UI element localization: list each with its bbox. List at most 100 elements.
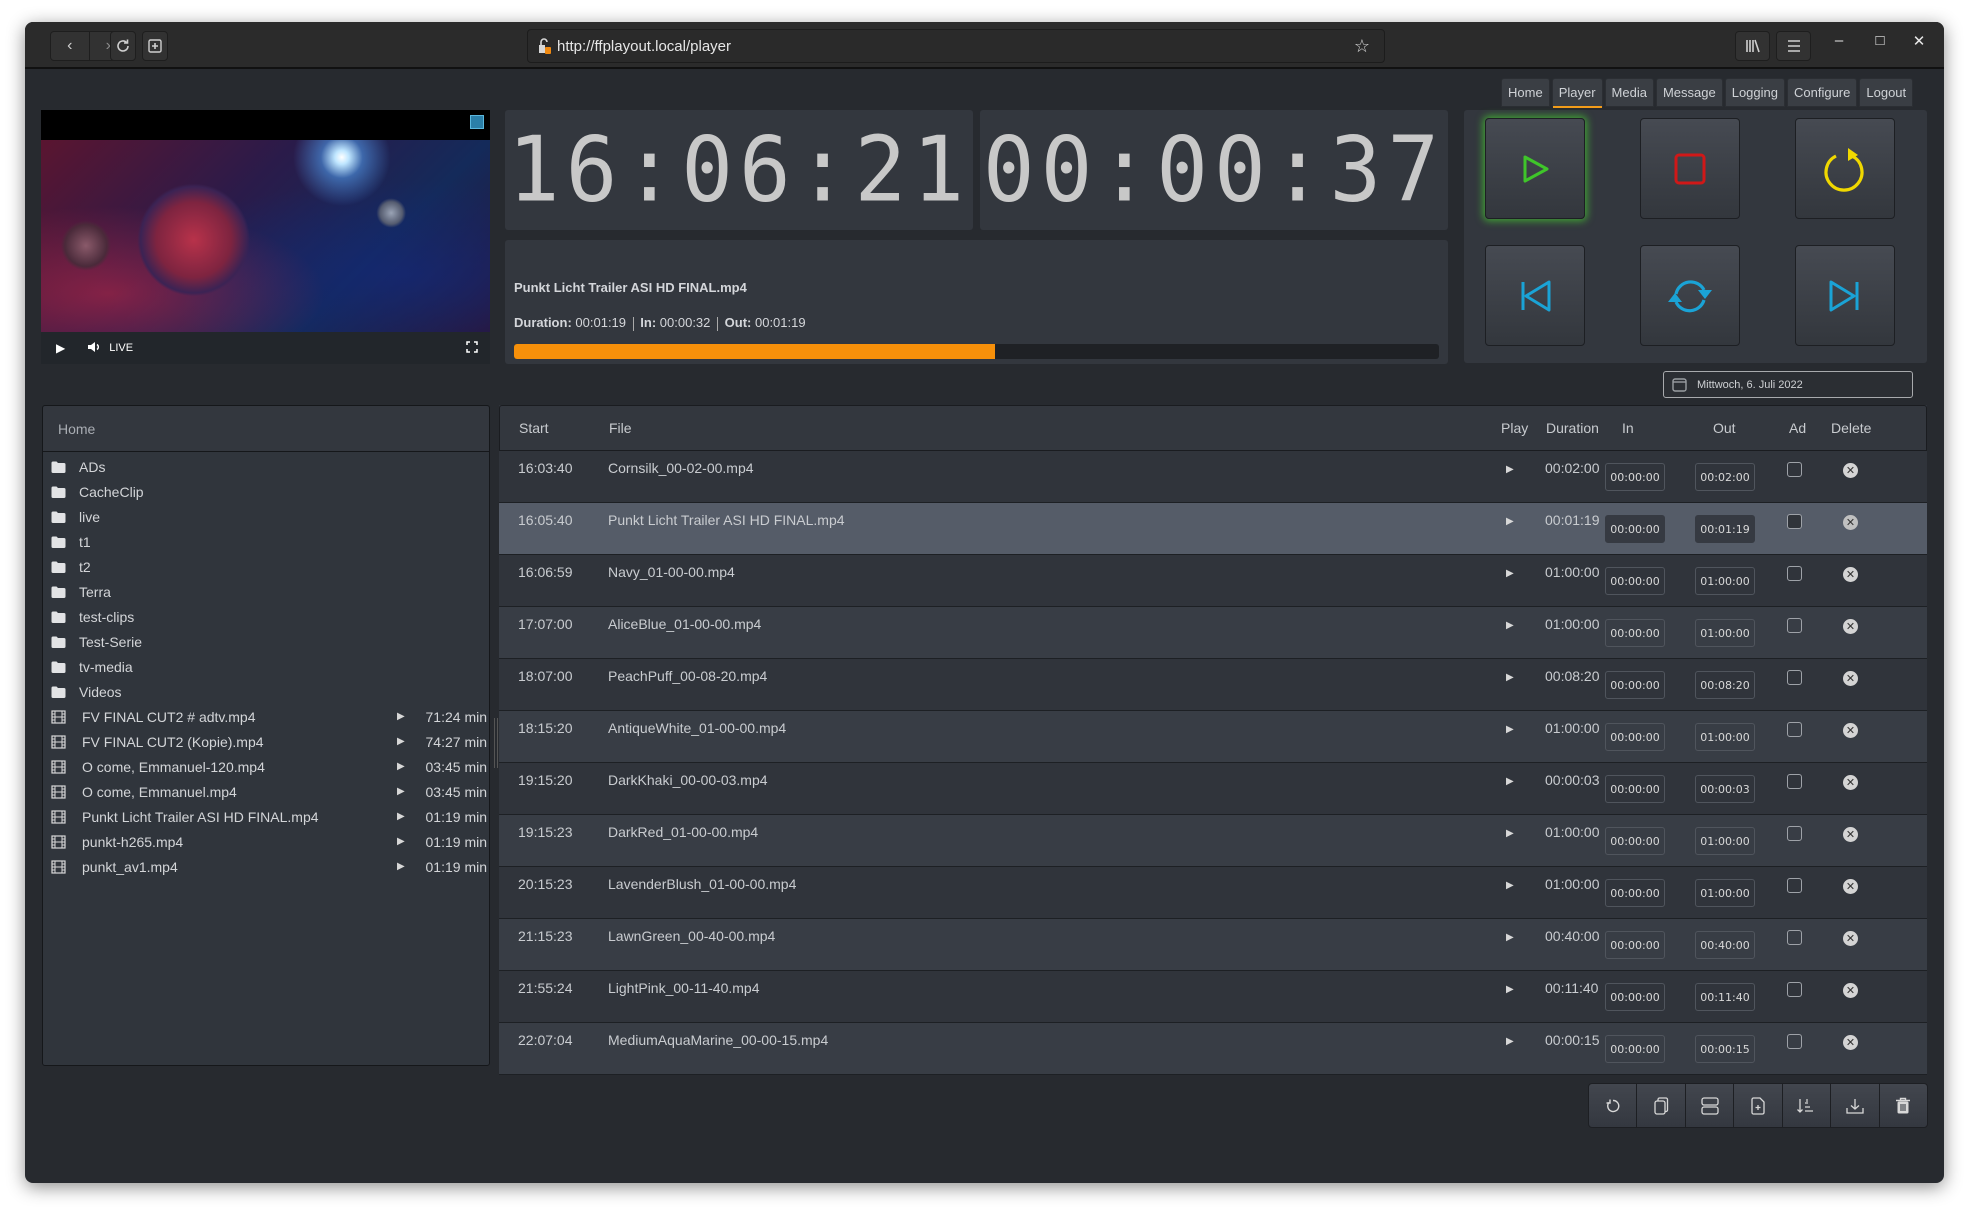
row-ad-checkbox[interactable] <box>1787 618 1802 633</box>
row-delete-icon[interactable]: ✕ <box>1843 619 1858 634</box>
preview-play-button[interactable]: ▶ <box>397 836 405 847</box>
row-ad-checkbox[interactable] <box>1787 826 1802 841</box>
row-ad-checkbox[interactable] <box>1787 670 1802 685</box>
previous-button[interactable] <box>1485 245 1585 346</box>
row-in-input[interactable]: 00:00:00 <box>1605 879 1665 907</box>
row-out-input[interactable]: 00:40:00 <box>1695 931 1755 959</box>
video-play-button[interactable]: ▶ <box>56 341 65 355</box>
app-menu-button[interactable] <box>1776 31 1811 61</box>
back-button[interactable]: ‹ <box>51 32 89 60</box>
row-in-input[interactable]: 00:00:00 <box>1605 983 1665 1011</box>
row-delete-icon[interactable]: ✕ <box>1843 879 1858 894</box>
row-play-button[interactable]: ▶ <box>1506 672 1514 683</box>
row-delete-icon[interactable]: ✕ <box>1843 671 1858 686</box>
row-play-button[interactable]: ▶ <box>1506 1036 1514 1047</box>
playlist-row[interactable]: 17:07:00 AliceBlue_01-00-00.mp4 ▶ 01:00:00 0… <box>499 607 1927 659</box>
folder-item[interactable]: t2 <box>43 554 489 579</box>
playlist-row[interactable]: 16:03:40 Cornsilk_00-02-00.mp4 ▶ 00:02:00 00… <box>499 451 1927 503</box>
close-window-button[interactable]: ✕ <box>1907 32 1931 50</box>
row-out-input[interactable]: 00:00:03 <box>1695 775 1755 803</box>
add-source-button[interactable] <box>1733 1084 1781 1127</box>
library-button[interactable] <box>1735 31 1770 61</box>
media-file-item[interactable]: FV FINAL CUT2 # adtv.mp4 ▶ 71:24 min <box>43 704 489 729</box>
tab-logout[interactable]: Logout <box>1859 78 1914 107</box>
reload-button[interactable] <box>110 31 136 61</box>
playlist-row[interactable]: 18:07:00 PeachPuff_00-08-20.mp4 ▶ 00:08:20 0… <box>499 659 1927 711</box>
media-file-item[interactable]: O come, Emmanuel-120.mp4 ▶ 03:45 min <box>43 754 489 779</box>
tab-player[interactable]: Player <box>1551 78 1603 108</box>
row-in-input[interactable]: 00:00:00 <box>1605 723 1665 751</box>
playlist-row[interactable]: 21:15:23 LawnGreen_00-40-00.mp4 ▶ 00:40:00 0… <box>499 919 1927 971</box>
row-in-input[interactable]: 00:00:00 <box>1605 1035 1665 1063</box>
row-delete-icon[interactable]: ✕ <box>1843 931 1858 946</box>
preview-play-button[interactable]: ▶ <box>397 811 405 822</box>
row-play-button[interactable]: ▶ <box>1506 724 1514 735</box>
next-button[interactable] <box>1795 245 1895 346</box>
copy-playlist-button[interactable] <box>1636 1084 1684 1127</box>
row-out-input[interactable]: 01:00:00 <box>1695 619 1755 647</box>
playlist-row[interactable]: 19:15:23 DarkRed_01-00-00.mp4 ▶ 01:00:00 00:… <box>499 815 1927 867</box>
media-breadcrumb[interactable]: Home <box>43 406 489 452</box>
row-delete-icon[interactable]: ✕ <box>1843 1035 1858 1050</box>
media-file-item[interactable]: punkt_av1.mp4 ▶ 01:19 min <box>43 854 489 879</box>
row-out-input[interactable]: 01:00:00 <box>1695 723 1755 751</box>
reset-playlist-button[interactable] <box>1589 1084 1636 1127</box>
folder-item[interactable]: Terra <box>43 579 489 604</box>
row-in-input[interactable]: 00:00:00 <box>1605 463 1665 491</box>
row-play-button[interactable]: ▶ <box>1506 464 1514 475</box>
folder-item[interactable]: tv-media <box>43 654 489 679</box>
row-play-button[interactable]: ▶ <box>1506 568 1514 579</box>
row-play-button[interactable]: ▶ <box>1506 620 1514 631</box>
row-ad-checkbox[interactable] <box>1787 566 1802 581</box>
fullscreen-icon[interactable] <box>466 340 478 356</box>
panel-resize-handle[interactable] <box>494 718 498 768</box>
tab-media[interactable]: Media <box>1604 78 1654 107</box>
play-button[interactable] <box>1485 118 1585 219</box>
playlist-row[interactable]: 16:06:59 Navy_01-00-00.mp4 ▶ 01:00:00 00:00:… <box>499 555 1927 607</box>
video-preview[interactable]: ▶ LIVE <box>41 110 490 364</box>
row-play-button[interactable]: ▶ <box>1506 984 1514 995</box>
delete-playlist-button[interactable] <box>1878 1084 1927 1127</box>
playlist-row[interactable]: 20:15:23 LavenderBlush_01-00-00.mp4 ▶ 01:00… <box>499 867 1927 919</box>
minimize-button[interactable]: – <box>1827 32 1851 49</box>
stop-button[interactable] <box>1640 118 1740 219</box>
preview-play-button[interactable]: ▶ <box>397 861 405 872</box>
row-in-input[interactable]: 00:00:00 <box>1605 619 1665 647</box>
row-ad-checkbox[interactable] <box>1787 462 1802 477</box>
row-in-input[interactable]: 00:00:00 <box>1605 671 1665 699</box>
row-out-input[interactable]: 00:08:20 <box>1695 671 1755 699</box>
maximize-button[interactable]: □ <box>1868 32 1892 49</box>
playlist-row-current[interactable]: 16:05:40 Punkt Licht Trailer ASI HD FINAL… <box>499 503 1927 555</box>
media-file-item[interactable]: FV FINAL CUT2 (Kopie).mp4 ▶ 74:27 min <box>43 729 489 754</box>
row-out-input[interactable]: 00:11:40 <box>1695 983 1755 1011</box>
media-file-item[interactable]: O come, Emmanuel.mp4 ▶ 03:45 min <box>43 779 489 804</box>
url-bar[interactable]: http://ffplayout.local/player ☆ <box>527 29 1385 63</box>
tab-configure[interactable]: Configure <box>1787 78 1858 107</box>
row-delete-icon[interactable]: ✕ <box>1843 723 1858 738</box>
save-playlist-button[interactable] <box>1830 1084 1878 1127</box>
row-out-input[interactable]: 01:00:00 <box>1695 879 1755 907</box>
row-delete-icon[interactable]: ✕ <box>1843 463 1858 478</box>
row-play-button[interactable]: ▶ <box>1506 932 1514 943</box>
restart-button[interactable] <box>1795 118 1895 219</box>
row-out-input[interactable]: 01:00:00 <box>1695 567 1755 595</box>
generate-playlist-button[interactable] <box>1781 1084 1830 1127</box>
row-ad-checkbox[interactable] <box>1787 774 1802 789</box>
row-play-button[interactable]: ▶ <box>1506 776 1514 787</box>
row-delete-icon[interactable]: ✕ <box>1843 567 1858 582</box>
playlist-date-picker[interactable]: Mittwoch, 6. Juli 2022 <box>1663 371 1913 398</box>
media-file-item[interactable]: punkt-h265.mp4 ▶ 01:19 min <box>43 829 489 854</box>
folder-item[interactable]: Videos <box>43 679 489 704</box>
row-ad-checkbox[interactable] <box>1787 982 1802 997</box>
tab-home[interactable]: Home <box>1501 78 1550 107</box>
playlist-row[interactable]: 18:15:20 AntiqueWhite_01-00-00.mp4 ▶ 01:00:… <box>499 711 1927 763</box>
row-ad-checkbox[interactable] <box>1787 514 1802 529</box>
preview-play-button[interactable]: ▶ <box>397 761 405 772</box>
row-play-button[interactable]: ▶ <box>1506 828 1514 839</box>
folder-item[interactable]: test-clips <box>43 604 489 629</box>
folder-item[interactable]: ADs <box>43 454 489 479</box>
folder-item[interactable]: live <box>43 504 489 529</box>
volume-icon[interactable] <box>87 341 101 356</box>
row-ad-checkbox[interactable] <box>1787 1034 1802 1049</box>
playlist-row[interactable]: 21:55:24 LightPink_00-11-40.mp4 ▶ 00:11:40 0… <box>499 971 1927 1023</box>
